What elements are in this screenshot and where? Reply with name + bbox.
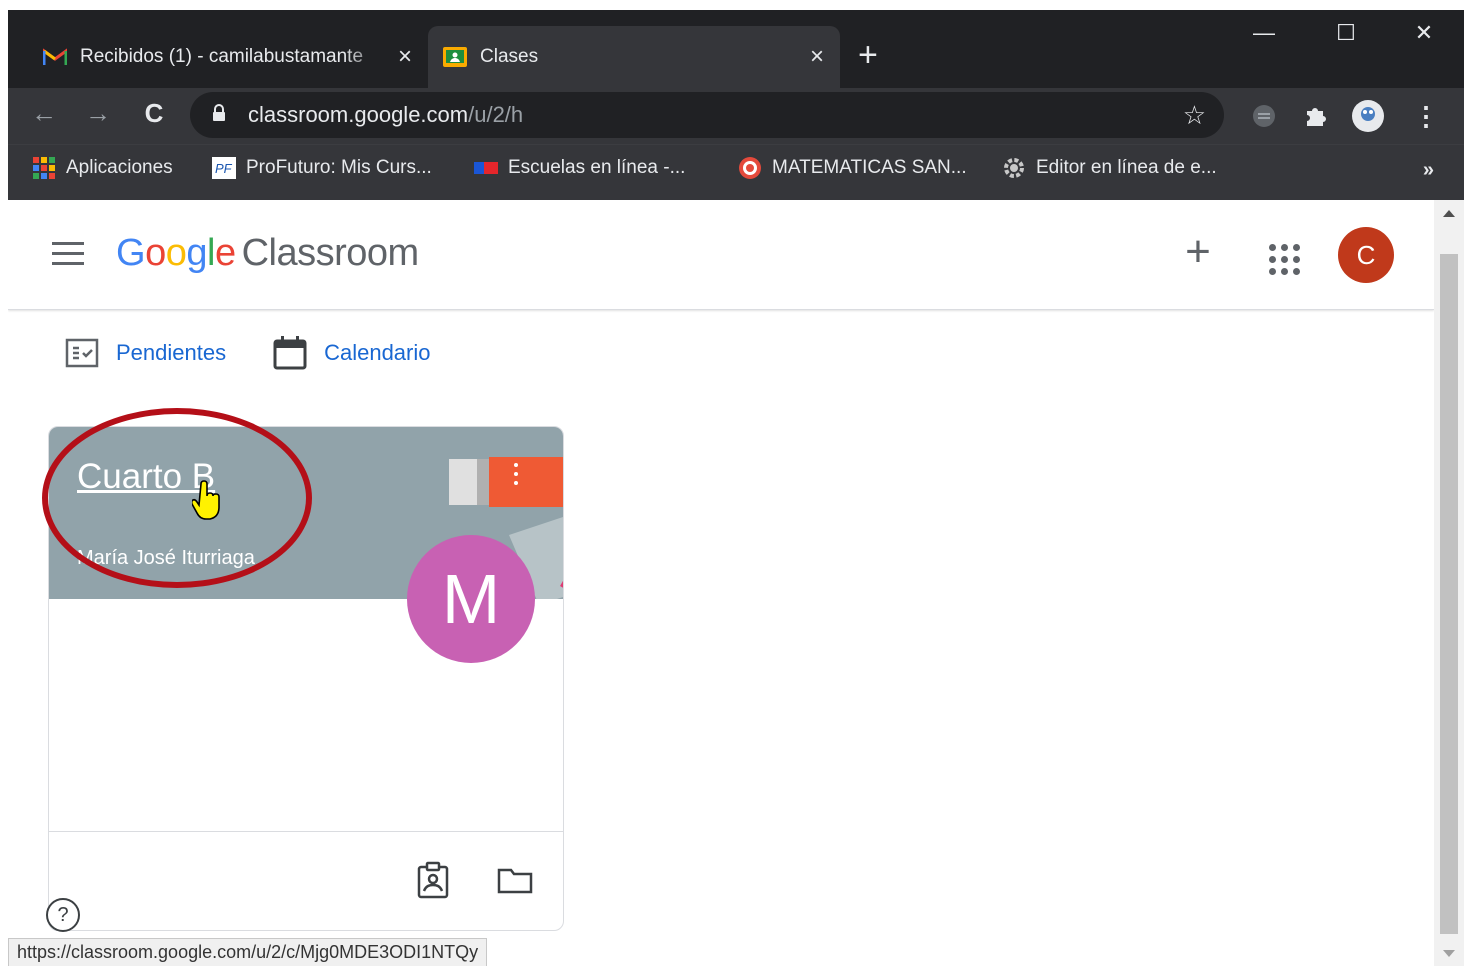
bookmark-editor[interactable]: Editor en línea de e...: [1002, 157, 1217, 179]
calendario-label: Calendario: [324, 340, 431, 365]
create-join-class-button[interactable]: +: [1174, 230, 1222, 278]
browser-toolbar: ← → C classroom.google.com/u/2/h ☆ ⋮: [8, 88, 1464, 144]
app-bar: Google Classroom + C: [8, 200, 1434, 310]
tab-gmail[interactable]: Recibidos (1) - camilabustamante ×: [28, 26, 428, 88]
profile-icon[interactable]: [1350, 98, 1386, 134]
more-bookmarks-button[interactable]: »: [1423, 159, 1434, 182]
bookmark-label: MATEMATICAS SAN...: [772, 157, 967, 178]
product-name: Classroom: [241, 232, 420, 274]
close-tab-icon[interactable]: ×: [802, 43, 832, 71]
scroll-up-icon[interactable]: [1443, 210, 1455, 217]
bookmarks-bar: Aplicaciones PF ProFuturo: Mis Curs... E…: [8, 144, 1464, 200]
calendario-link[interactable]: Calendario: [272, 335, 431, 371]
flag-icon: [474, 157, 498, 179]
google-wordmark: Google: [116, 232, 236, 274]
lock-icon: [213, 104, 225, 121]
bookmark-star-icon[interactable]: ☆: [1183, 100, 1206, 131]
help-icon[interactable]: ?: [46, 898, 80, 932]
bookmark-label: Escuelas en línea -...: [508, 157, 686, 178]
url-domain: classroom.google.com: [248, 102, 469, 127]
account-avatar[interactable]: C: [1338, 227, 1394, 283]
tab-strip: Recibidos (1) - camilabustamante × Clase…: [8, 10, 1464, 88]
target-icon: [738, 157, 762, 179]
calendar-icon: [273, 336, 307, 370]
browser-chrome: Recibidos (1) - camilabustamante × Clase…: [8, 10, 1464, 200]
bookmark-aplicaciones[interactable]: Aplicaciones: [32, 157, 173, 179]
forward-button[interactable]: →: [78, 98, 118, 129]
browser-menu-icon[interactable]: ⋮: [1408, 98, 1444, 134]
url-text: classroom.google.com/u/2/h: [248, 102, 523, 128]
extension-icon[interactable]: [1246, 98, 1282, 134]
window-close-button[interactable]: ✕: [1404, 20, 1444, 46]
student-work-icon[interactable]: [413, 860, 453, 900]
tab-title: Recibidos (1) - camilabustamante: [80, 46, 364, 67]
status-bar-url: https://classroom.google.com/u/2/c/Mjg0M…: [8, 938, 488, 966]
svg-text:PF: PF: [215, 161, 233, 176]
back-button[interactable]: ←: [24, 98, 64, 129]
reload-button[interactable]: C: [134, 98, 174, 129]
bookmark-label: Editor en línea de e...: [1036, 157, 1217, 178]
class-card-footer: [49, 831, 563, 930]
maximize-button[interactable]: ☐: [1326, 20, 1366, 46]
close-tab-icon[interactable]: ×: [390, 43, 420, 71]
classroom-icon: [442, 46, 468, 68]
tab-title: Clases: [480, 46, 539, 67]
scrollbar-thumb[interactable]: [1440, 254, 1458, 934]
classroom-page: Google Classroom + C Pendientes Calendari…: [8, 200, 1434, 966]
hand-cursor-icon: [192, 480, 220, 520]
google-apps-icon[interactable]: [1262, 238, 1302, 278]
bookmark-label: Aplicaciones: [66, 157, 173, 178]
bookmark-profuturo[interactable]: PF ProFuturo: Mis Curs...: [212, 157, 432, 179]
apps-grid-icon: [32, 157, 56, 179]
todo-list-icon: [65, 338, 99, 368]
pendientes-link[interactable]: Pendientes: [64, 335, 226, 371]
sub-navigation: Pendientes Calendario: [64, 330, 477, 376]
folder-icon[interactable]: [495, 860, 535, 900]
pendientes-label: Pendientes: [116, 340, 227, 365]
annotation-circle: [42, 408, 312, 588]
bookmark-label: ProFuturo: Mis Curs...: [246, 157, 432, 178]
profuturo-icon: PF: [212, 157, 236, 179]
top-strip: [0, 0, 1470, 10]
gear-icon: [1002, 157, 1026, 179]
address-bar[interactable]: classroom.google.com/u/2/h ☆: [190, 92, 1224, 138]
tab-classroom[interactable]: Clases ×: [428, 26, 840, 88]
main-menu-icon[interactable]: [52, 242, 84, 266]
bookmark-escuelas[interactable]: Escuelas en línea -...: [474, 157, 685, 179]
gmail-icon: [42, 46, 68, 68]
screenshot-frame: Recibidos (1) - camilabustamante × Clase…: [0, 0, 1470, 966]
puzzle-icon[interactable]: [1298, 98, 1334, 134]
scroll-down-icon[interactable]: [1443, 950, 1455, 957]
minimize-button[interactable]: —: [1244, 20, 1284, 46]
page-scrollbar[interactable]: [1434, 200, 1464, 966]
bookmark-matematicas[interactable]: MATEMATICAS SAN...: [738, 157, 967, 179]
google-classroom-logo[interactable]: Google Classroom: [116, 232, 419, 275]
class-options-icon[interactable]: [507, 463, 525, 493]
url-path: /u/2/h: [468, 102, 524, 127]
new-tab-button[interactable]: +: [858, 36, 878, 75]
teacher-avatar: M: [407, 535, 535, 663]
